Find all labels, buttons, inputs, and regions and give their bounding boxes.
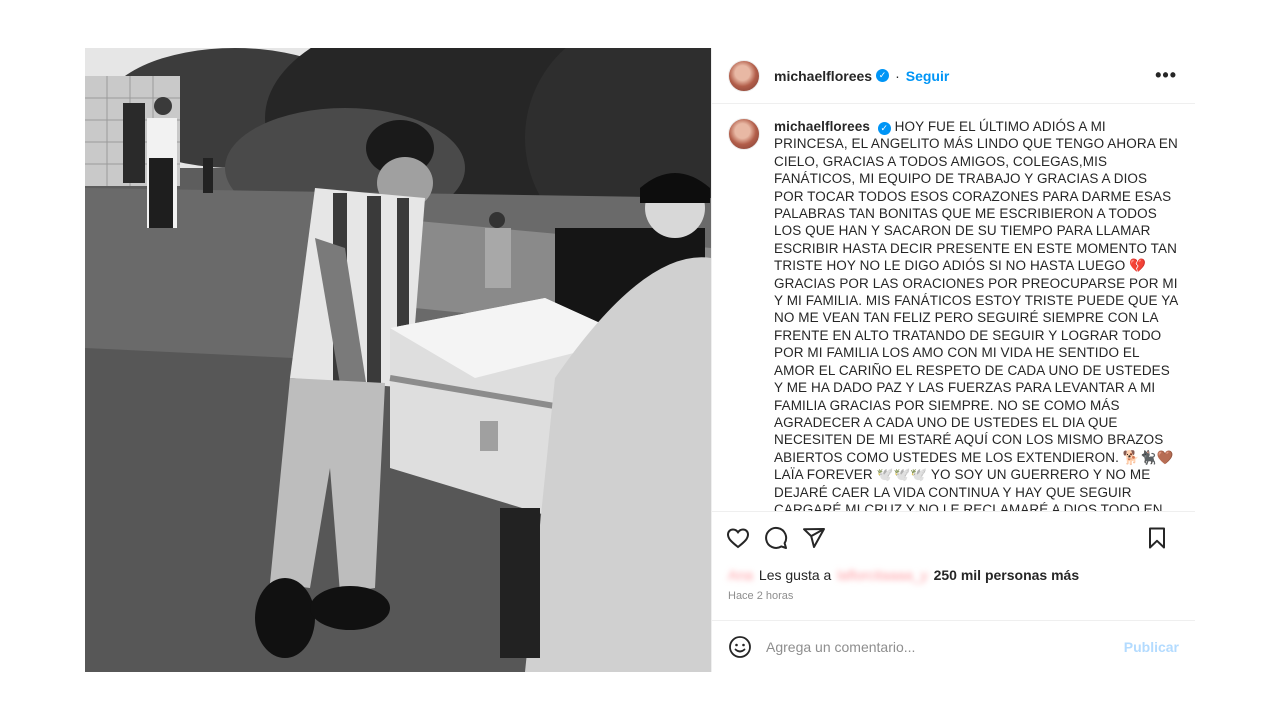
comment-input[interactable] (766, 638, 1124, 655)
caption-username[interactable]: michaelflorees (774, 119, 870, 134)
liker-name-blurred[interactable]: laflorcitaaaa_y (837, 567, 927, 583)
post-header: michaelflorees ✓ · Seguir ••• (712, 48, 1195, 104)
post-timestamp[interactable]: Hace 2 horas (712, 586, 1195, 606)
caption-row: michaelflorees ✓ HOY FUE EL ÚLTIMO ADIÓS… (728, 118, 1179, 512)
share-icon[interactable] (802, 526, 826, 550)
liker-avatars-blurred: Ana (728, 567, 753, 583)
publish-button[interactable]: Publicar (1124, 639, 1179, 655)
bookmark-icon[interactable] (1145, 526, 1169, 550)
emoji-icon[interactable] (728, 635, 752, 659)
caption-verified-badge-icon: ✓ (877, 122, 891, 136)
separator-dot: · (895, 67, 900, 84)
caption-avatar[interactable] (728, 118, 760, 150)
comment-icon[interactable] (764, 526, 788, 550)
caption-text: michaelflorees ✓ HOY FUE EL ÚLTIMO ADIÓS… (774, 118, 1179, 512)
post-side-panel: michaelflorees ✓ · Seguir ••• michaelflo… (711, 48, 1195, 672)
likes-count[interactable]: 250 mil personas más (934, 567, 1080, 583)
instagram-post: michaelflorees ✓ · Seguir ••• michaelflo… (85, 48, 1195, 672)
funeral-photo (85, 48, 711, 672)
avatar[interactable] (728, 59, 760, 92)
verified-badge-icon: ✓ (876, 69, 890, 82)
action-bar (712, 512, 1195, 564)
likes-label: Les gusta a (758, 567, 832, 583)
caption-area: michaelflorees ✓ HOY FUE EL ÚLTIMO ADIÓS… (712, 104, 1195, 512)
username[interactable]: michaelflorees (774, 68, 872, 84)
comment-bar: Publicar (712, 620, 1195, 672)
likes-summary: Ana Les gusta a laflorcitaaaa_y 250 mil … (712, 564, 1195, 586)
post-photo[interactable] (85, 48, 711, 672)
follow-button[interactable]: Seguir (906, 68, 950, 84)
more-icon[interactable]: ••• (1155, 66, 1177, 84)
caption-body: HOY FUE EL ÚLTIMO ADIÓS A MI PRINCESA, E… (774, 119, 1178, 512)
heart-icon[interactable] (726, 526, 750, 550)
